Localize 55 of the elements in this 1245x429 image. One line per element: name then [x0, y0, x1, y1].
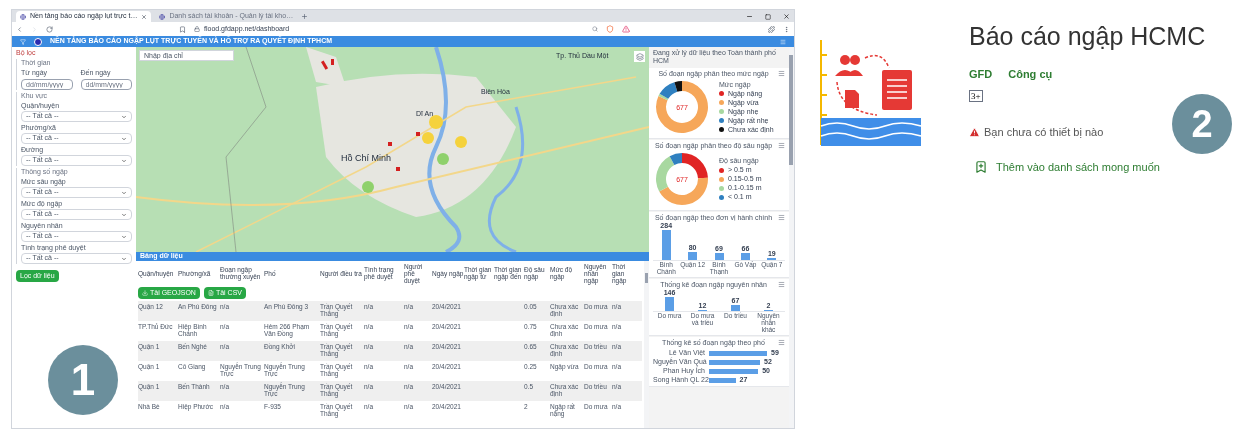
- bar: [661, 230, 671, 260]
- menu-icon[interactable]: [778, 339, 785, 346]
- tab-favicon-icon: [20, 13, 26, 20]
- category-link[interactable]: Công cụ: [1008, 65, 1053, 82]
- bar: [688, 251, 698, 260]
- content-rating-badge: 3+: [969, 90, 983, 102]
- bar: [709, 359, 761, 365]
- chevron-down-icon: [121, 255, 127, 262]
- chevron-down-icon: [121, 113, 127, 120]
- bar: [709, 377, 736, 383]
- bar: [709, 350, 767, 356]
- chevron-down-icon: [121, 211, 127, 218]
- bookmark-icon[interactable]: [179, 25, 186, 33]
- forward-icon[interactable]: [31, 25, 38, 33]
- minimize-icon[interactable]: [746, 13, 753, 20]
- menu-icon[interactable]: [778, 281, 785, 288]
- step-number-badge: 2: [1172, 94, 1232, 154]
- logo-icon: [34, 37, 42, 46]
- close-icon[interactable]: [783, 13, 790, 20]
- scrollbar[interactable]: [644, 261, 649, 428]
- chevron-down-icon: [121, 157, 127, 164]
- lock-icon: [194, 26, 200, 32]
- download-icon: [142, 290, 148, 296]
- search-icon[interactable]: [592, 26, 598, 32]
- menu-icon[interactable]: [778, 214, 785, 221]
- wishlist-link[interactable]: Thêm vào danh sách mong muốn: [974, 158, 1160, 175]
- map-place-label: Hồ Chí Minh: [341, 152, 392, 165]
- layers-icon: [635, 52, 644, 61]
- shield-icon[interactable]: [606, 25, 614, 33]
- warning-text: Bạn chưa có thiết bị nào: [984, 125, 1104, 140]
- extensions-icon[interactable]: [768, 25, 775, 33]
- tab-favicon-icon: [159, 13, 166, 20]
- back-icon[interactable]: [16, 25, 23, 33]
- triangle-icon[interactable]: [622, 25, 630, 33]
- bar: [731, 304, 740, 311]
- bar: [740, 253, 750, 260]
- bar: [665, 297, 674, 311]
- app-title: Báo cáo ngập HCMC: [969, 21, 1206, 52]
- restore-icon[interactable]: [765, 14, 771, 20]
- reload-icon[interactable]: [46, 25, 53, 33]
- bar: [709, 368, 759, 374]
- new-tab-icon[interactable]: [301, 13, 309, 20]
- layers-button[interactable]: [634, 51, 645, 62]
- menu-icon[interactable]: [778, 70, 785, 77]
- menu-icon[interactable]: [778, 142, 785, 149]
- close-icon[interactable]: [141, 13, 148, 20]
- file-icon: [207, 290, 214, 296]
- developer-link[interactable]: GFD: [969, 65, 993, 82]
- warning-icon: [969, 126, 980, 138]
- chevron-down-icon: [121, 233, 127, 240]
- chevron-down-icon: [121, 189, 127, 196]
- filter-icon[interactable]: [20, 38, 26, 45]
- chevron-down-icon: [121, 135, 127, 142]
- bookmark-plus-icon: [974, 159, 988, 174]
- bar: [714, 252, 724, 260]
